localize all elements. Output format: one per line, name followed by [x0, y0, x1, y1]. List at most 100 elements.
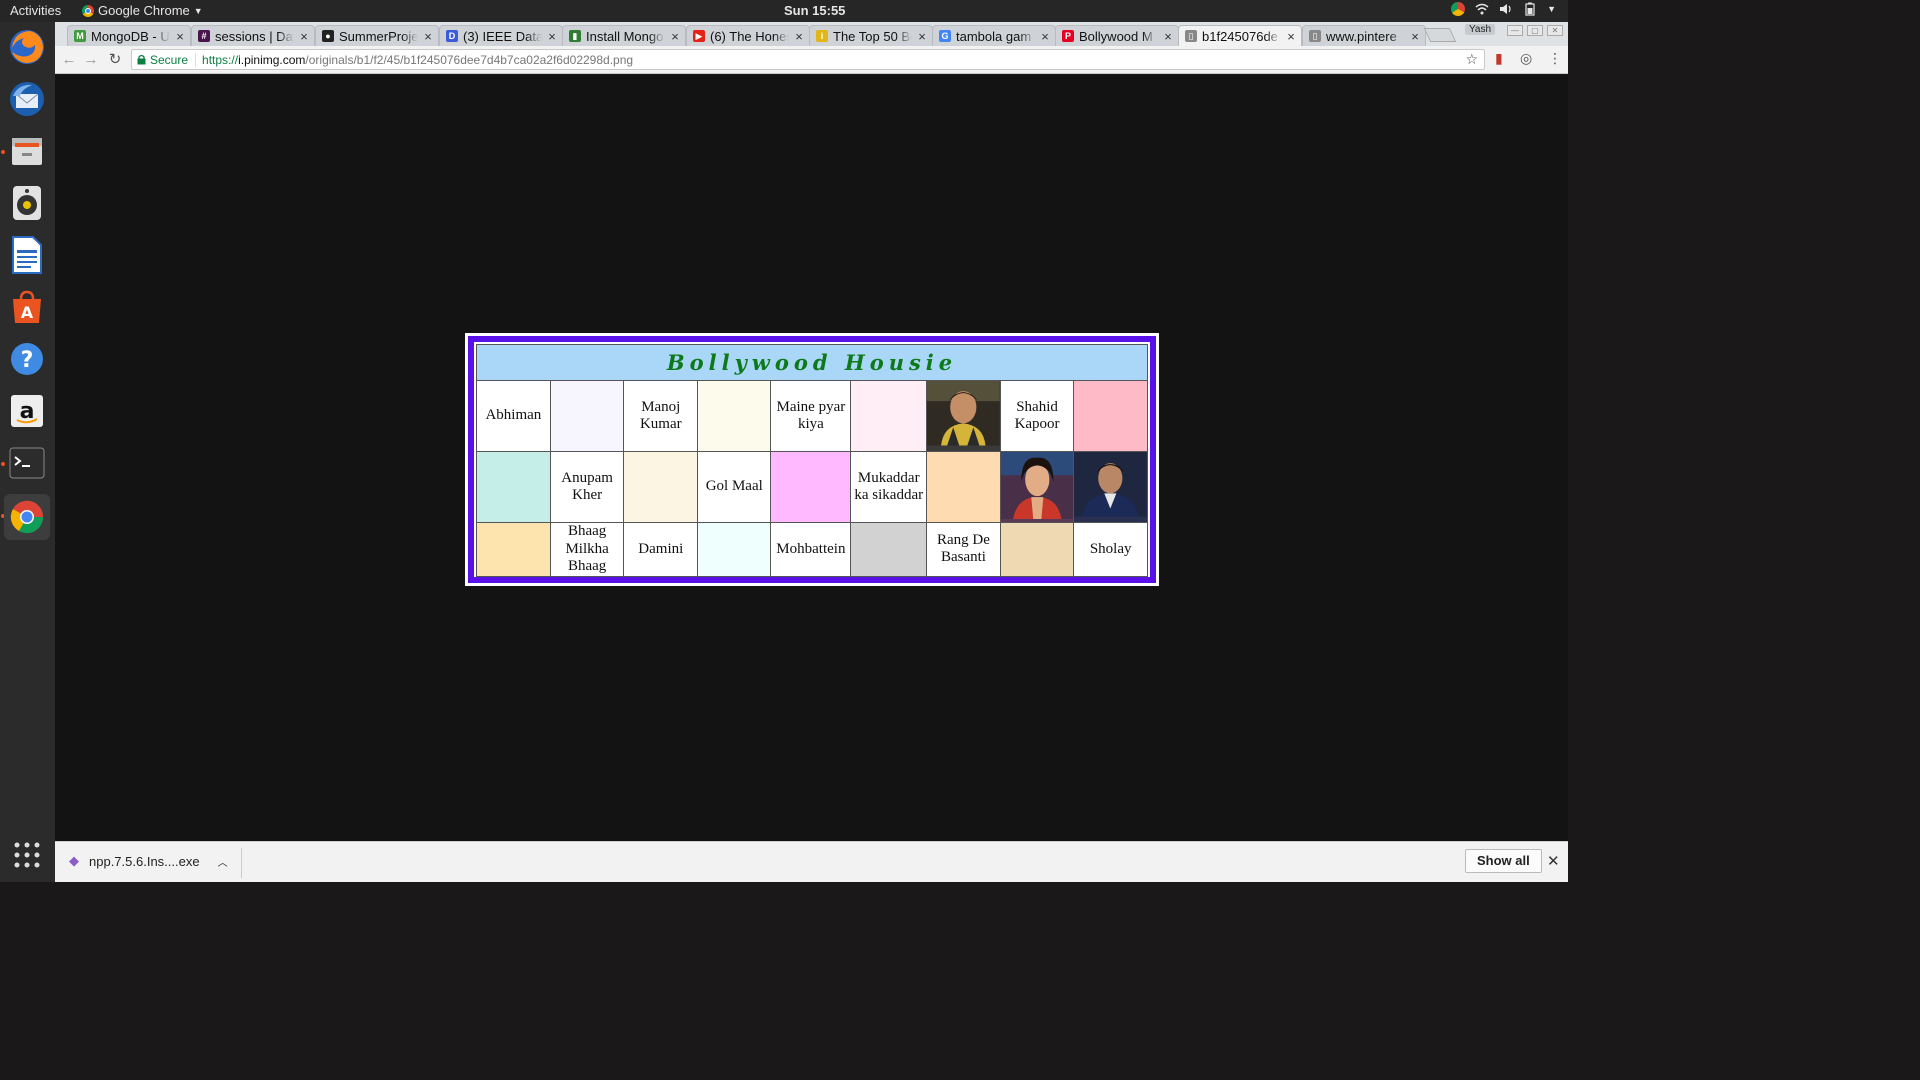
new-tab-button[interactable] — [1423, 28, 1457, 42]
show-applications-icon[interactable] — [4, 832, 50, 878]
system-menu-caret-icon[interactable]: ▼ — [1547, 4, 1556, 14]
url-scheme: https:// — [202, 52, 239, 67]
lock-icon — [137, 54, 146, 65]
tab-favicon-icon: G — [939, 30, 951, 42]
ticket-blank-cell — [549, 379, 625, 453]
volume-icon[interactable] — [1499, 2, 1513, 16]
ticket-blank-cell — [697, 379, 772, 453]
ticket-cell: Abhiman — [476, 379, 551, 453]
tab-strip: M MongoDB - U × # sessions | Dat × ● SummerProj… — [55, 22, 1568, 46]
ticket-cell: Bhaag Milkha Bhaag — [549, 522, 625, 577]
browser-tab[interactable]: ▯ b1f245076de × — [1178, 25, 1302, 46]
tab-title: sessions | Dat — [215, 28, 294, 44]
battery-icon[interactable] — [1523, 2, 1537, 16]
app-menu[interactable]: Google Chrome ▼ — [82, 3, 203, 18]
extension-icon[interactable]: ▮ — [1495, 50, 1503, 67]
tab-close-icon[interactable]: × — [422, 29, 434, 44]
actor-portrait-1 — [926, 379, 1001, 453]
firefox-icon[interactable] — [4, 24, 50, 70]
tab-close-icon[interactable]: × — [546, 29, 558, 44]
address-bar[interactable]: Secure https:// i.pinimg.com /originals/… — [131, 49, 1485, 70]
chrome-tray-icon[interactable] — [1451, 2, 1466, 16]
ticket-blank-cell — [623, 451, 699, 524]
extension-2-icon[interactable]: ◎ — [1520, 50, 1532, 67]
thunderbird-icon[interactable] — [4, 76, 50, 122]
tab-title: (6) The Hones — [710, 28, 789, 44]
ticket-blank-cell — [850, 379, 928, 453]
help-icon[interactable]: ? — [4, 336, 50, 382]
files-icon[interactable] — [4, 128, 50, 174]
tab-close-icon[interactable]: × — [298, 29, 310, 44]
browser-tab[interactable]: M MongoDB - U × — [67, 25, 191, 46]
close-window-button[interactable]: ✕ — [1547, 25, 1563, 36]
rhythmbox-icon[interactable] — [4, 180, 50, 226]
ticket-cell: Gol Maal — [697, 451, 772, 524]
ticket-blank-cell — [770, 451, 852, 524]
tab-title: b1f245076de — [1202, 28, 1278, 44]
divider — [241, 848, 242, 878]
ticket-cell: Manoj Kumar — [623, 379, 699, 453]
tab-favicon-icon: M — [74, 30, 86, 42]
minimize-button[interactable]: — — [1507, 25, 1523, 36]
actor-portrait-2 — [1073, 451, 1148, 524]
tab-favicon-icon: # — [198, 30, 210, 42]
housie-ticket: Bollywood Housie Abhiman Manoj Kumar Maine… — [476, 344, 1148, 577]
amazon-icon[interactable]: a — [4, 388, 50, 434]
profile-button[interactable]: Yash — [1465, 24, 1496, 35]
ticket-cell: Damini — [623, 522, 699, 577]
clock[interactable]: Sun 15:55 — [784, 3, 845, 18]
software-center-icon[interactable]: A — [4, 284, 50, 330]
housie-title: Bollywood Housie — [476, 344, 1148, 381]
wifi-icon[interactable] — [1475, 2, 1489, 16]
ticket-cell: Shahid Kapoor — [999, 379, 1075, 453]
chevron-up-icon[interactable]: ︿ — [218, 854, 228, 869]
tab-title: MongoDB - U — [91, 28, 170, 44]
browser-tab[interactable]: ▮ Install Mongo × — [562, 25, 686, 46]
browser-tab[interactable]: ▯ www.pintere × — [1302, 25, 1426, 46]
tab-favicon-icon: ▯ — [1309, 30, 1321, 42]
tab-close-icon[interactable]: × — [174, 29, 186, 44]
browser-tab[interactable]: ▶ (6) The Hones × — [686, 25, 810, 46]
chrome-menu-icon[interactable]: ⋮ — [1548, 50, 1562, 67]
terminal-icon[interactable] — [4, 440, 50, 486]
bookmark-star-icon[interactable]: ☆ — [1465, 51, 1478, 68]
tab-close-icon[interactable]: × — [669, 29, 681, 44]
activities-button[interactable]: Activities — [10, 3, 61, 18]
system-tray[interactable]: ▼ — [1451, 2, 1556, 16]
ticket-row: Anupam Kher Gol Maal Mukaddar ka sikaddar — [476, 451, 1148, 524]
close-shelf-icon[interactable]: ✕ — [1547, 852, 1560, 870]
forward-button[interactable]: → — [81, 50, 101, 70]
browser-tab[interactable]: ● SummerProje × — [315, 25, 439, 46]
browser-tab[interactable]: Gtambola gam × — [932, 25, 1056, 46]
tab-favicon-icon: P — [1062, 30, 1074, 42]
tab-favicon-icon: ▮ — [569, 30, 581, 42]
tab-close-icon[interactable]: × — [793, 29, 805, 44]
download-item[interactable]: ◆ npp.7.5.6.Ins....exe ︿ — [69, 853, 228, 869]
browser-tab[interactable]: # sessions | Dat × — [191, 25, 315, 46]
libreoffice-writer-icon[interactable] — [4, 232, 50, 278]
browser-tab[interactable]: D (3) IEEE Data × — [439, 25, 563, 46]
page-viewport: Bollywood Housie Abhiman Manoj Kumar Maine… — [55, 75, 1568, 841]
back-button[interactable]: ← — [59, 50, 79, 70]
tab-title: tambola gam — [956, 28, 1032, 44]
tab-title: SummerProje — [339, 28, 418, 44]
app-menu-label: Google Chrome — [98, 3, 190, 18]
browser-tab[interactable]: i The Top 50 Be × — [809, 25, 933, 46]
browser-tab[interactable]: P Bollywood M × — [1055, 25, 1179, 46]
chrome-window: M MongoDB - U × # sessions | Dat × ● SummerProj… — [55, 22, 1568, 882]
ticket-blank-cell — [850, 522, 928, 577]
security-indicator[interactable]: Secure — [137, 52, 197, 67]
tab-favicon-icon: D — [446, 30, 458, 42]
tab-title: Install Mongo — [586, 28, 664, 44]
tab-close-icon[interactable]: × — [1409, 29, 1421, 44]
tab-title: www.pintere — [1326, 28, 1397, 44]
ticket-cell: Anupam Kher — [549, 451, 625, 524]
tab-close-icon[interactable]: × — [1162, 29, 1174, 44]
chrome-icon[interactable] — [4, 494, 50, 540]
reload-button[interactable]: ↻ — [105, 50, 125, 70]
maximize-button[interactable]: ▢ — [1527, 25, 1543, 36]
tab-close-icon[interactable]: × — [1285, 29, 1297, 44]
tab-close-icon[interactable]: × — [1039, 29, 1051, 44]
tab-close-icon[interactable]: × — [916, 29, 928, 44]
show-all-button[interactable]: Show all — [1465, 849, 1542, 873]
